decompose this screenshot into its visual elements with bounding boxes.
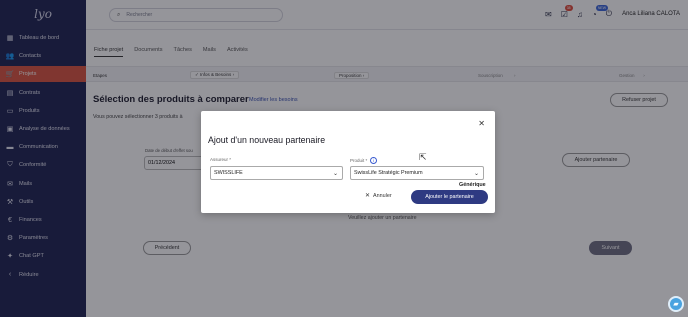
assureur-label: Assureur *	[210, 157, 232, 162]
generic-label: Générique	[459, 182, 486, 188]
assureur-value: SWISSLIFE	[214, 170, 243, 176]
add-partner-confirm-button[interactable]: Ajouter le partenaire	[411, 190, 488, 204]
produit-label-row: Produit * i	[350, 157, 378, 164]
close-icon: ✕	[365, 193, 371, 199]
close-icon[interactable]: ✕	[478, 119, 485, 128]
modal-title: Ajout d'un nouveau partenaire	[208, 135, 326, 145]
produit-value: SwissLife Stratégic Premium	[354, 170, 423, 176]
add-partner-modal: ✕ Ajout d'un nouveau partenaire Assureur…	[201, 111, 495, 213]
produit-label: Produit *	[350, 158, 368, 163]
cancel-button[interactable]: ✕ Annuler	[365, 192, 392, 200]
mouse-cursor-icon: ⇱	[419, 152, 427, 162]
chat-icon[interactable]: ▰	[668, 296, 684, 312]
assureur-select[interactable]: SWISSLIFE ⌄	[210, 166, 343, 180]
cancel-label: Annuler	[373, 192, 392, 199]
chevron-down-icon: ⌄	[473, 170, 479, 177]
produit-select[interactable]: SwissLife Stratégic Premium ⌄	[350, 166, 484, 180]
chevron-down-icon: ⌄	[332, 170, 338, 177]
info-icon[interactable]: i	[370, 157, 378, 164]
